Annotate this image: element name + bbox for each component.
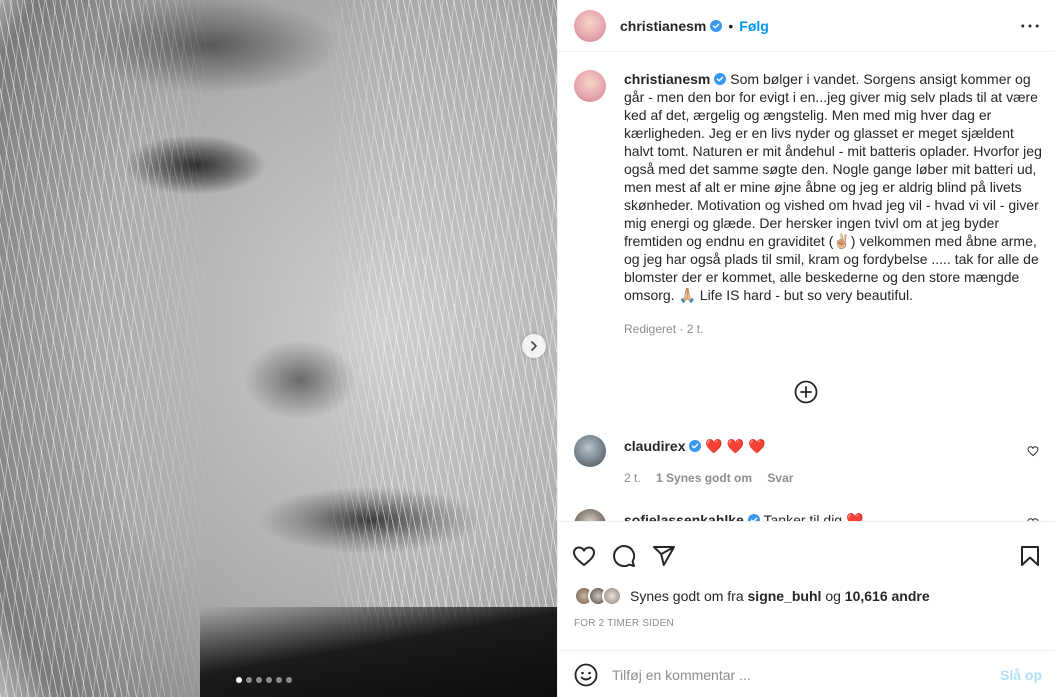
post-photo[interactable]: [0, 0, 557, 697]
emoji-icon[interactable]: [574, 663, 598, 687]
post-header: christianesm • Følg: [558, 0, 1055, 52]
follow-button[interactable]: Følg: [739, 18, 769, 34]
comment-input[interactable]: Tilføj en kommentar ...: [612, 667, 1000, 683]
bookmark-icon[interactable]: [1018, 544, 1042, 568]
post-panel: christianesm • Følg christianesm Som bøl…: [557, 0, 1055, 697]
likes-user-link[interactable]: signe_buhl: [748, 588, 822, 604]
caption-meta: Redigeret · 2 t.: [624, 322, 704, 336]
carousel-next-button[interactable]: [522, 334, 546, 358]
likes-others-link[interactable]: 10,616 andre: [845, 588, 930, 604]
chevron-right-icon: [531, 341, 537, 351]
likes-text: Synes godt om fra signe_buhl og 10,616 a…: [630, 588, 930, 604]
load-more-comments-icon[interactable]: [794, 380, 818, 404]
more-horizontal-icon: [1021, 24, 1039, 28]
comment-text: ❤️ ❤️ ❤️: [705, 438, 766, 454]
verified-badge-icon: [714, 73, 727, 85]
comment-meta: 2 t. 1 Synes godt om Svar: [624, 469, 805, 487]
likes-and: og: [825, 588, 841, 604]
header-separator: •: [728, 17, 734, 34]
add-comment-bar: Tilføj en kommentar ... Slå op: [558, 650, 1055, 697]
post-caption: christianesm Som bølger i vandet. Sorgen…: [574, 70, 1044, 338]
carousel-dot: [246, 677, 252, 683]
caption-author-avatar[interactable]: [574, 70, 606, 102]
comment-avatar[interactable]: [574, 435, 606, 467]
comment-likes[interactable]: 1 Synes godt om: [656, 471, 752, 485]
carousel-dot: [276, 677, 282, 683]
likes-summary: Synes godt om fra signe_buhl og 10,616 a…: [574, 586, 930, 606]
share-plane-icon[interactable]: [652, 544, 676, 568]
author-username[interactable]: christianesm: [620, 18, 706, 34]
carousel-dot: [286, 677, 292, 683]
comment-like-heart-icon[interactable]: [1027, 445, 1039, 457]
verified-badge-icon: [689, 440, 702, 452]
liker-avatars: [574, 586, 622, 606]
comment-time: 2 t.: [624, 471, 641, 485]
author-avatar[interactable]: [574, 9, 606, 42]
post-comment-button[interactable]: Slå op: [1000, 667, 1042, 683]
liker-avatar[interactable]: [602, 586, 622, 606]
comment-body: claudirex ❤️ ❤️ ❤️ 2 t. 1 Synes godt om …: [624, 435, 805, 487]
more-options-button[interactable]: [1020, 16, 1040, 36]
caption-text: Som bølger i vandet. Sorgens ansigt komm…: [624, 71, 1042, 303]
photo-collar: [200, 607, 557, 697]
reply-button[interactable]: Svar: [767, 471, 793, 485]
photo-hair-texture: [0, 0, 557, 697]
carousel-dot: [266, 677, 272, 683]
likes-prefix: Synes godt om fra: [630, 588, 744, 604]
like-heart-icon[interactable]: [572, 544, 596, 568]
comment-bubble-icon[interactable]: [612, 544, 636, 568]
action-buttons: [572, 544, 676, 568]
comment-username[interactable]: claudirex: [624, 438, 685, 454]
carousel-dot: [256, 677, 262, 683]
post-timestamp[interactable]: FOR 2 TIMER SIDEN: [574, 618, 674, 629]
caption-body: christianesm Som bølger i vandet. Sorgen…: [624, 70, 1044, 338]
post-actions: Synes godt om fra signe_buhl og 10,616 a…: [558, 521, 1055, 697]
caption-author-username[interactable]: christianesm: [624, 71, 710, 87]
carousel-dots: [236, 677, 292, 683]
verified-badge-icon: [710, 19, 723, 32]
carousel-dot: [236, 677, 242, 683]
comment-item: claudirex ❤️ ❤️ ❤️ 2 t. 1 Synes godt om …: [574, 435, 1044, 487]
